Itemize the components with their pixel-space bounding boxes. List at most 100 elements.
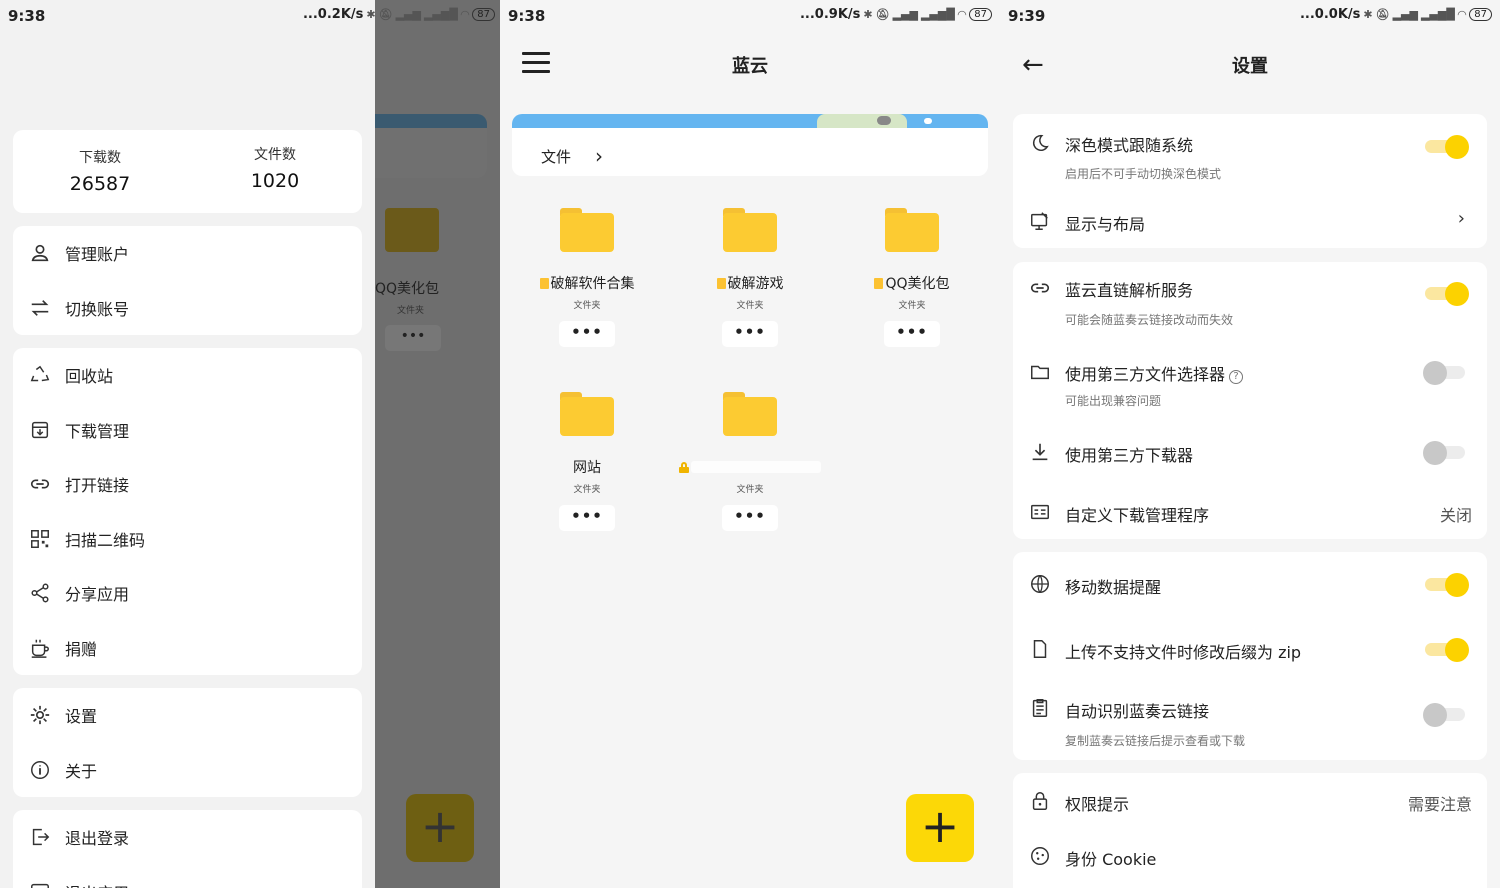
folder-tile[interactable]: 破解软件合集 文件夹 •••: [507, 208, 667, 347]
setting-third-picker[interactable]: 使用第三方文件选择器? 可能出现兼容问题: [1013, 346, 1487, 416]
wifi-icon: ◠: [1457, 8, 1467, 21]
breadcrumb[interactable]: 文件 ›: [541, 144, 603, 168]
battery-icon: 87: [969, 8, 992, 21]
setting-dark-mode[interactable]: 深色模式跟随系统 启用后不可手动切换深色模式: [1013, 114, 1487, 194]
chevron-right-icon: ›: [595, 144, 604, 168]
manage-account-item[interactable]: 管理账户: [13, 233, 362, 273]
folder-tile[interactable]: QQ美化包 文件夹 •••: [832, 208, 992, 347]
folder-tile[interactable]: 文件夹 •••: [670, 392, 830, 531]
direct-link-toggle[interactable]: [1425, 282, 1469, 306]
cookie-icon: [1031, 847, 1049, 865]
tools-card: 回收站 下载管理 打开链接 扫描二维码 分享应用 捐赠: [13, 348, 362, 675]
folder-name-row: QQ美化包: [832, 274, 992, 292]
folder-name-row: [670, 458, 830, 476]
setting-desc: 可能会随蓝奏云链接改动而失效: [1065, 313, 1234, 327]
file-icon: [1033, 640, 1047, 658]
drawer-screen: QQ美化包 文件夹 ••• + 9:38 ...0.2K/s ✱ 🔕︎ ▂▄▆ …: [0, 0, 500, 888]
banner-decoration: [817, 114, 907, 128]
setting-title: 使用第三方文件选择器: [1065, 365, 1226, 384]
chevron-right-icon: ›: [1457, 208, 1465, 229]
settings-card-account: 权限提示 需要注意 身份 Cookie: [1013, 773, 1487, 888]
mute-icon: 🔕︎: [1375, 8, 1390, 21]
setting-custom-dl[interactable]: 自定义下载管理程序 关闭: [1013, 494, 1487, 530]
setting-auto-detect[interactable]: 自动识别蓝奏云链接 复制蓝奏云链接后提示查看或下载: [1013, 690, 1487, 752]
scan-qr-label: 扫描二维码: [65, 531, 146, 550]
page-title: 蓝云: [732, 56, 768, 77]
setting-title: 深色模式跟随系统: [1065, 136, 1194, 155]
settings-label: 设置: [65, 707, 98, 726]
setting-desc: 复制蓝奏云链接后提示查看或下载: [1065, 734, 1246, 748]
page-title: 设置: [1232, 56, 1268, 77]
banner-dot: [924, 118, 932, 124]
lock-icon: [1032, 792, 1048, 810]
setting-title: 显示与布局: [1065, 215, 1146, 234]
breadcrumb-label[interactable]: 文件: [541, 146, 571, 167]
more-button[interactable]: •••: [722, 505, 778, 531]
signal-icon-2: ▂▄▆█: [423, 8, 458, 21]
setting-title: 自动识别蓝奏云链接: [1065, 702, 1210, 721]
setting-title: 使用第三方下载器: [1065, 446, 1194, 465]
status-time: 9:38: [8, 7, 46, 25]
clipboard-icon: [1032, 699, 1048, 717]
signal-icon-2: ▂▄▆█: [1420, 8, 1455, 21]
folder-sub: 文件夹: [736, 485, 764, 495]
files-label: 文件数: [254, 147, 296, 163]
exit-app-item[interactable]: 退出应用: [13, 872, 362, 888]
folder-tile[interactable]: 网站 文件夹 •••: [507, 392, 667, 531]
settings-item[interactable]: 设置: [13, 695, 362, 735]
setting-direct-link[interactable]: 蓝云直链解析服务 可能会随蓝奏云链接改动而失效: [1013, 262, 1487, 338]
folder-icon: [723, 208, 777, 252]
banner-eye: [877, 116, 891, 125]
setting-upload-zip[interactable]: 上传不支持文件时修改后缀为 zip: [1013, 631, 1487, 667]
download-icon: [1032, 443, 1048, 461]
scan-qr-item[interactable]: 扫描二维码: [13, 519, 362, 559]
upload-zip-toggle[interactable]: [1425, 638, 1469, 662]
coffee-icon: [31, 639, 49, 658]
setting-title-row: 使用第三方文件选择器?: [1065, 361, 1244, 385]
setting-display-layout[interactable]: 显示与布局 ›: [1013, 202, 1487, 242]
folder-tile[interactable]: 破解游戏 文件夹 •••: [670, 208, 830, 347]
third-picker-toggle[interactable]: [1423, 361, 1465, 385]
logout-item[interactable]: 退出登录: [13, 817, 362, 857]
third-downloader-toggle[interactable]: [1423, 441, 1465, 465]
more-button[interactable]: •••: [884, 321, 940, 347]
status-time: 9:38: [508, 7, 546, 25]
setting-cookie[interactable]: 身份 Cookie: [1013, 838, 1487, 874]
doc-icon: [539, 277, 549, 289]
share-icon: [31, 583, 49, 603]
setting-permission[interactable]: 权限提示 需要注意: [1013, 783, 1487, 819]
account-card: 管理账户 切换账号: [13, 226, 362, 335]
settings-screen: 9:39 ...0.0K/s ✱ 🔕︎ ▂▄▆ ▂▄▆█ ◠ 87 ← 设置 深…: [1000, 0, 1500, 888]
folder-name: QQ美化包: [885, 276, 950, 292]
bluetooth-icon: ✱: [366, 8, 376, 21]
net-speed: ...0.2K/s: [302, 7, 364, 22]
more-button[interactable]: •••: [559, 321, 615, 347]
dark-mode-toggle[interactable]: [1425, 135, 1469, 159]
help-icon[interactable]: ?: [1229, 370, 1244, 384]
download-manage-item[interactable]: 下载管理: [13, 410, 362, 450]
setting-title: 自定义下载管理程序: [1065, 506, 1210, 525]
folder-name-row: 破解软件合集: [507, 274, 667, 292]
recycle-item[interactable]: 回收站: [13, 355, 362, 395]
add-fab-button[interactable]: +: [906, 794, 974, 862]
status-right: ...0.9K/s ✱ 🔕︎ ▂▄▆ ▂▄▆█ ◠ 87: [800, 7, 992, 22]
setting-mobile-data[interactable]: 移动数据提醒: [1013, 566, 1487, 602]
folder-sub: 文件夹: [736, 301, 764, 311]
open-link-item[interactable]: 打开链接: [13, 464, 362, 504]
recycle-label: 回收站: [65, 367, 114, 386]
setting-third-downloader[interactable]: 使用第三方下载器: [1013, 434, 1487, 470]
mobile-data-toggle[interactable]: [1425, 573, 1469, 597]
auto-detect-toggle[interactable]: [1423, 703, 1465, 727]
info-icon: [31, 761, 49, 779]
more-button[interactable]: •••: [559, 505, 615, 531]
lock-icon: [679, 461, 689, 473]
switch-account-item[interactable]: 切换账号: [13, 288, 362, 328]
about-item[interactable]: 关于: [13, 750, 362, 790]
system-card: 设置 关于: [13, 688, 362, 797]
link-icon: [30, 479, 50, 489]
donate-item[interactable]: 捐赠: [13, 628, 362, 668]
more-button[interactable]: •••: [722, 321, 778, 347]
bluetooth-icon: ✱: [1363, 8, 1373, 21]
share-app-item[interactable]: 分享应用: [13, 573, 362, 613]
list-box-icon: [1031, 504, 1049, 520]
